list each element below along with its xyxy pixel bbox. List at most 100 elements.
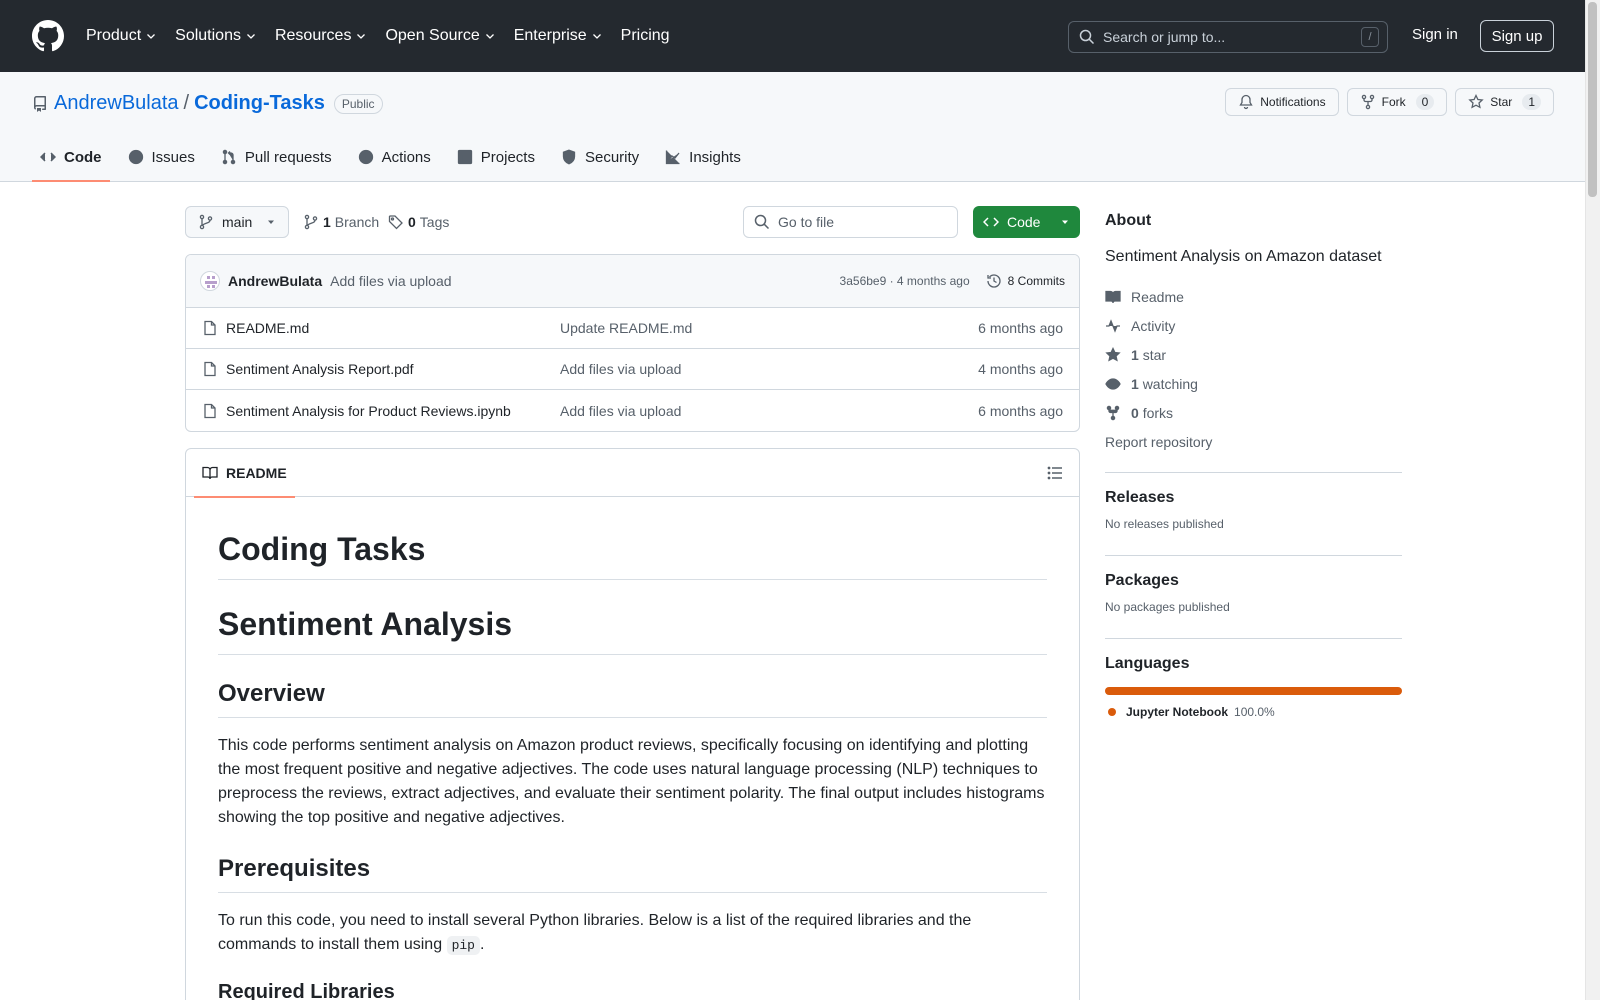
readme-overview-text: This code performs sentiment analysis on…: [218, 737, 1045, 826]
readme-prerequisites-text: To run this code, you need to install se…: [218, 909, 1047, 957]
fork-button[interactable]: Fork 0: [1346, 88, 1448, 116]
code-dropdown-button[interactable]: Code: [973, 206, 1080, 238]
tab-code[interactable]: Code: [32, 133, 110, 182]
global-search-input[interactable]: Search or jump to... /: [1068, 21, 1388, 53]
avatar[interactable]: [200, 271, 220, 291]
repo-name-link[interactable]: Coding-Tasks: [194, 92, 325, 115]
nav-solutions[interactable]: Solutions: [175, 27, 267, 45]
branch-icon: [304, 214, 318, 230]
releases-title[interactable]: Releases: [1105, 489, 1402, 507]
list-icon[interactable]: [1047, 465, 1063, 481]
commit-hash-time[interactable]: 3a56be9 · 4 months ago: [840, 274, 970, 288]
releases-section: Releases No releases published: [1105, 472, 1402, 539]
repo-tabs: Code Issues Pull requests Actions Projec…: [32, 133, 759, 182]
book-icon: [202, 466, 218, 480]
repo-title: AndrewBulata / Coding-Tasks Public: [32, 92, 383, 115]
branch-select[interactable]: main: [185, 206, 289, 238]
file-row[interactable]: Sentiment Analysis Report.pdf Add files …: [186, 349, 1079, 390]
tab-insights[interactable]: Insights: [657, 133, 749, 181]
github-logo-icon[interactable]: [32, 20, 64, 52]
go-to-file-placeholder: Go to file: [778, 214, 835, 230]
nav-product[interactable]: Product: [86, 27, 167, 45]
search-placeholder: Search or jump to...: [1103, 29, 1226, 45]
tab-issues-label: Issues: [151, 148, 195, 166]
file-commit-message[interactable]: Add files via upload: [560, 361, 681, 377]
graph-icon: [666, 150, 680, 165]
readme-link[interactable]: Readme: [1105, 282, 1402, 311]
scrollbar-thumb[interactable]: [1588, 2, 1597, 197]
tab-actions[interactable]: Actions: [350, 133, 439, 181]
fork-label: Fork: [1381, 95, 1406, 109]
about-title: About: [1105, 212, 1152, 229]
file-name-link[interactable]: Sentiment Analysis Report.pdf: [226, 361, 560, 377]
nav-enterprise[interactable]: Enterprise: [514, 27, 613, 45]
file-commit-message[interactable]: Add files via upload: [560, 403, 681, 419]
file-name-link[interactable]: Sentiment Analysis for Product Reviews.i…: [226, 403, 560, 419]
play-icon: [358, 149, 373, 165]
repo-owner-link[interactable]: AndrewBulata: [54, 92, 179, 115]
readme-content: Coding Tasks Sentiment Analysis Overview…: [186, 497, 1079, 1000]
table-icon: [457, 149, 472, 165]
chevron-down-icon: [592, 34, 601, 39]
go-to-file-input[interactable]: Go to file: [743, 206, 958, 238]
tab-pull-requests-label: Pull requests: [244, 148, 332, 166]
repo-description: Sentiment Analysis on Amazon dataset: [1105, 248, 1382, 265]
readme-prerequisites-sentence: To run this code, you need to install se…: [218, 912, 972, 953]
nav-pricing-label: Pricing: [620, 27, 670, 44]
nav-open-source[interactable]: Open Source: [385, 27, 505, 45]
file-icon: [204, 403, 216, 418]
sign-in-link[interactable]: Sign in: [1412, 26, 1458, 43]
branches-link[interactable]: 1 Branch: [303, 214, 379, 230]
tab-code-label: Code: [64, 148, 102, 166]
branch-name: main: [222, 214, 253, 230]
file-commit-date: 4 months ago: [978, 361, 1063, 377]
activity-link[interactable]: Activity: [1105, 311, 1402, 340]
tab-issues[interactable]: Issues: [120, 133, 203, 181]
readme-tab[interactable]: README: [194, 449, 295, 498]
history-icon: [987, 274, 1001, 288]
sign-up-button[interactable]: Sign up: [1480, 20, 1554, 52]
language-item[interactable]: Jupyter Notebook 100.0%: [1105, 705, 1402, 719]
identicon-icon: [205, 276, 217, 288]
global-nav: Product Solutions Resources Open Source …: [86, 27, 688, 45]
stars-count: 1: [1131, 346, 1139, 363]
readme-heading-prerequisites: Prerequisites: [218, 854, 1047, 893]
commits-link[interactable]: 8 Commits: [986, 273, 1065, 289]
fork-count: 0: [1415, 94, 1435, 110]
file-name-link[interactable]: README.md: [226, 320, 560, 336]
nav-product-label: Product: [86, 27, 142, 44]
star-button[interactable]: Star 1: [1455, 88, 1554, 116]
readme-heading-main: Coding Tasks: [218, 529, 1047, 580]
nav-resources-label: Resources: [274, 27, 352, 44]
commit-author[interactable]: AndrewBulata: [228, 273, 322, 289]
packages-title[interactable]: Packages: [1105, 572, 1402, 590]
commit-message[interactable]: Add files via upload: [330, 273, 451, 289]
tag-count-label: Tags: [419, 214, 450, 230]
tab-projects[interactable]: Projects: [449, 133, 543, 181]
branch-count-label: Branch: [334, 214, 380, 230]
notifications-button[interactable]: Notifications: [1225, 88, 1339, 116]
tags-link[interactable]: 0 Tags: [388, 214, 449, 230]
file-row[interactable]: README.md Update README.md 6 months ago: [186, 308, 1079, 349]
readme-link-label: Readme: [1131, 288, 1184, 305]
report-repository-link[interactable]: Report repository: [1105, 427, 1402, 456]
language-percent: 100.0%: [1234, 705, 1275, 719]
page-scrollbar[interactable]: [1585, 0, 1600, 1000]
file-commit-message[interactable]: Update README.md: [560, 320, 692, 336]
latest-commit-row: AndrewBulata Add files via upload 3a56be…: [186, 255, 1079, 308]
stars-link[interactable]: 1 star: [1105, 340, 1402, 369]
nav-resources[interactable]: Resources: [275, 27, 377, 45]
forks-link[interactable]: 0 forks: [1105, 398, 1402, 427]
branch-icon: [199, 214, 213, 230]
pulse-icon: [1106, 318, 1120, 333]
tab-security[interactable]: Security: [553, 133, 647, 181]
file-icon: [204, 361, 216, 377]
watchers-link[interactable]: 1 watching: [1105, 369, 1402, 398]
code-button-label: Code: [1007, 214, 1041, 230]
file-row[interactable]: Sentiment Analysis for Product Reviews.i…: [186, 390, 1079, 431]
language-bar: [1105, 687, 1402, 695]
tab-pull-requests[interactable]: Pull requests: [213, 133, 340, 181]
nav-pricing[interactable]: Pricing: [621, 27, 680, 45]
readme-header: README: [186, 449, 1079, 498]
activity-link-label: Activity: [1131, 317, 1176, 334]
